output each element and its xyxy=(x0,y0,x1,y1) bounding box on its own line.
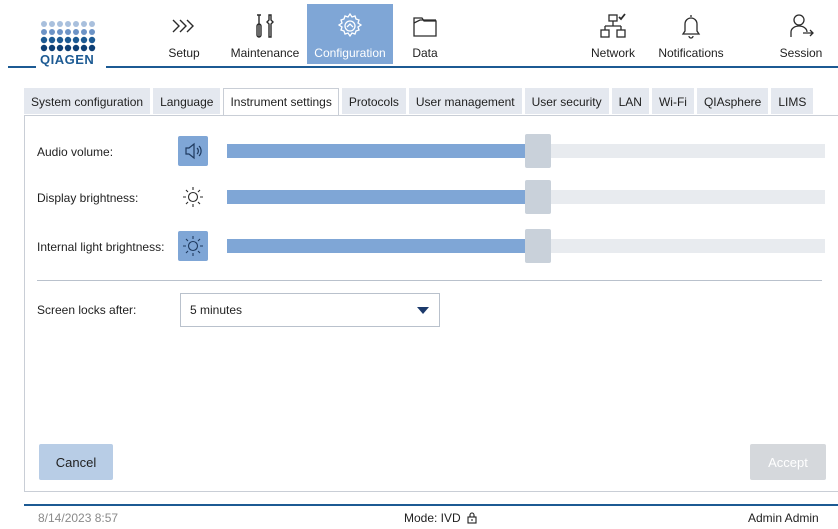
section-divider xyxy=(37,280,822,281)
tab-user-management[interactable]: User management xyxy=(408,88,522,114)
nav-configuration[interactable]: Configuration xyxy=(307,4,393,64)
sun-icon xyxy=(183,187,203,207)
tab-protocols[interactable]: Protocols xyxy=(341,88,406,114)
nav-session[interactable]: Session xyxy=(774,4,828,64)
logo-text: QIAGEN xyxy=(40,52,95,67)
instrument-settings-panel: Audio volume: Display brightness: Intern… xyxy=(24,115,838,492)
cancel-button[interactable]: Cancel xyxy=(39,444,113,480)
footer-mode: Mode: IVD xyxy=(404,511,478,525)
dropdown-arrow-icon xyxy=(417,307,429,314)
audio-volume-slider-fill xyxy=(227,144,538,158)
accept-button[interactable]: Accept xyxy=(750,444,826,480)
tools-icon xyxy=(256,14,274,38)
folder-icon xyxy=(413,17,437,37)
header-divider-left xyxy=(8,66,36,68)
internal-light-brightness-button[interactable] xyxy=(178,231,208,261)
bell-icon xyxy=(681,15,701,39)
audio-volume-button[interactable] xyxy=(178,136,208,166)
screen-lock-selected-value: 5 minutes xyxy=(190,303,243,317)
lock-icon xyxy=(467,512,477,524)
tab-user-security[interactable]: User security xyxy=(524,88,609,114)
nav-network[interactable]: Network xyxy=(587,4,639,64)
internal-light-brightness-label: Internal light brightness: xyxy=(37,240,165,254)
network-icon xyxy=(600,13,626,38)
screen-lock-label: Screen locks after: xyxy=(37,303,137,317)
header-divider-right xyxy=(106,66,838,68)
nav-notifications[interactable]: Notifications xyxy=(652,4,730,64)
display-brightness-label: Display brightness: xyxy=(37,191,139,205)
nav-setup[interactable]: Setup xyxy=(158,4,210,64)
screen-lock-dropdown[interactable]: 5 minutes xyxy=(180,293,440,327)
nav-data[interactable]: Data xyxy=(405,4,445,64)
top-navigation-bar: QIAGEN Setup Maintenance Configuration D… xyxy=(0,0,838,76)
qiagen-logo: QIAGEN xyxy=(36,14,104,72)
tab-lan[interactable]: LAN xyxy=(611,88,649,114)
nav-configuration-label: Configuration xyxy=(314,46,386,60)
speaker-icon xyxy=(185,142,202,160)
display-brightness-slider-fill xyxy=(227,190,538,204)
session-user-icon xyxy=(790,14,814,37)
setup-chevrons-icon xyxy=(172,19,194,33)
footer-divider xyxy=(24,504,838,506)
tab-instrument-settings[interactable]: Instrument settings xyxy=(223,88,339,116)
nav-maintenance-label: Maintenance xyxy=(230,46,300,60)
configuration-gear-icon xyxy=(337,12,363,38)
settings-tabs: System configuration Language Instrument… xyxy=(24,88,816,116)
tab-language[interactable]: Language xyxy=(153,88,221,114)
internal-light-slider-thumb[interactable] xyxy=(524,229,551,263)
display-brightness-slider[interactable] xyxy=(227,180,825,214)
nav-session-label: Session xyxy=(779,46,823,60)
nav-notifications-label: Notifications xyxy=(658,46,724,60)
display-brightness-button[interactable] xyxy=(178,182,208,212)
display-brightness-slider-thumb[interactable] xyxy=(524,180,551,214)
footer-datetime: 8/14/2023 8:57 xyxy=(38,511,119,525)
sun-icon xyxy=(183,236,203,256)
audio-volume-slider-thumb[interactable] xyxy=(524,134,551,168)
footer-user: Admin Admin xyxy=(748,511,819,525)
tab-wifi[interactable]: Wi-Fi xyxy=(651,88,694,114)
internal-light-slider-fill xyxy=(227,239,538,253)
nav-maintenance[interactable]: Maintenance xyxy=(226,4,304,64)
tab-lims[interactable]: LIMS xyxy=(771,88,814,114)
internal-light-brightness-slider[interactable] xyxy=(227,229,825,263)
nav-setup-label: Setup xyxy=(168,46,200,60)
nav-data-label: Data xyxy=(412,46,438,60)
tab-qiasphere[interactable]: QIAsphere xyxy=(696,88,769,114)
audio-volume-label: Audio volume: xyxy=(37,145,114,159)
tab-system-configuration[interactable]: System configuration xyxy=(24,88,151,114)
mode-label: Mode: IVD xyxy=(404,511,461,525)
nav-network-label: Network xyxy=(590,46,635,60)
audio-volume-slider[interactable] xyxy=(227,134,825,168)
